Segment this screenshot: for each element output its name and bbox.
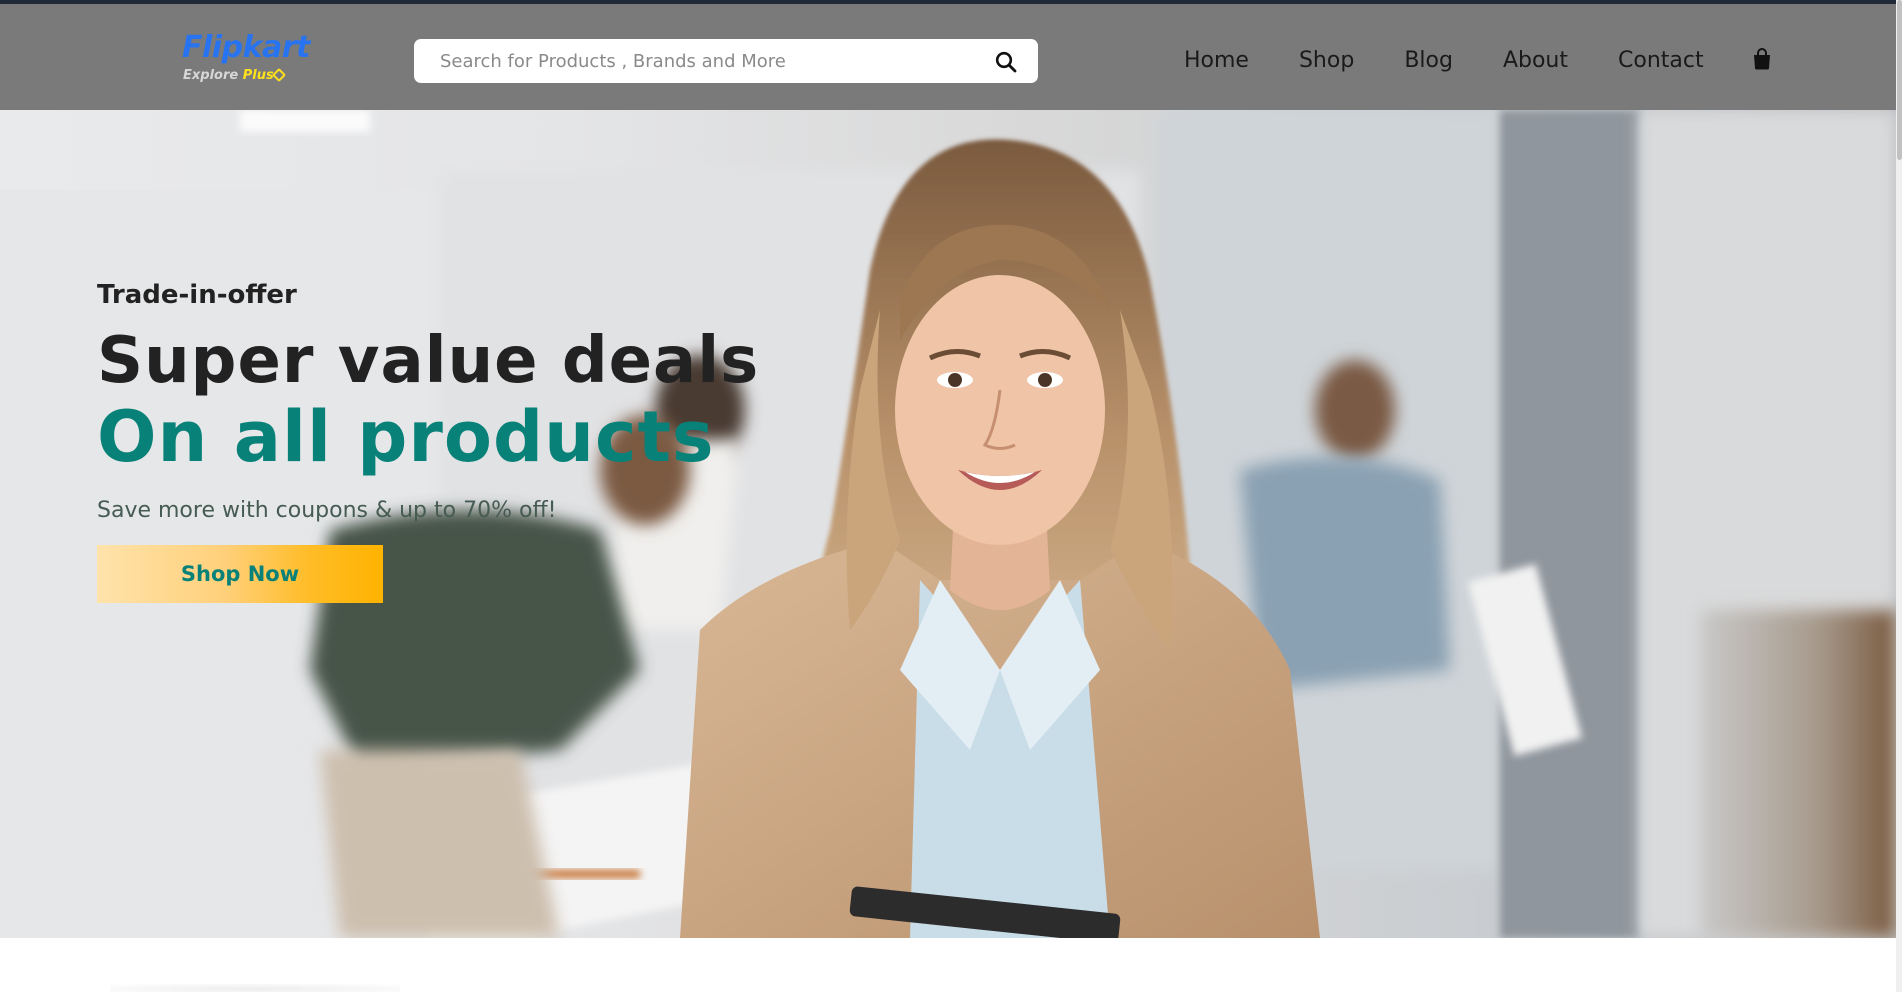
shopping-bag-icon[interactable] <box>1752 48 1772 70</box>
hero-headline: Super value deals <box>97 324 760 398</box>
page: Flipkart Explore Plus Home Shop Blog Abo… <box>0 0 1896 992</box>
search-bar <box>414 39 1038 83</box>
card-shadow <box>110 984 400 992</box>
logo-tagline-plus: Plus <box>242 68 274 83</box>
site-header: Flipkart Explore Plus Home Shop Blog Abo… <box>0 4 1896 110</box>
next-section <box>0 938 1896 992</box>
nav-item-home[interactable]: Home <box>1184 48 1249 73</box>
logo-tagline-prefix: Explore <box>183 68 239 83</box>
plus-star-icon <box>271 67 287 83</box>
shop-now-button[interactable]: Shop Now <box>97 545 383 603</box>
logo-wordmark: Flipkart <box>182 30 310 65</box>
search-icon[interactable] <box>994 50 1018 74</box>
nav-item-shop[interactable]: Shop <box>1299 48 1354 73</box>
nav-item-blog[interactable]: Blog <box>1404 48 1453 73</box>
nav-item-about[interactable]: About <box>1503 48 1568 73</box>
logo-tagline: Explore Plus <box>183 68 274 83</box>
flipkart-logo[interactable]: Flipkart Explore Plus <box>182 30 310 86</box>
scrollbar-thumb[interactable] <box>1897 0 1902 160</box>
hero-kicker: Trade-in-offer <box>97 280 297 310</box>
hero-subtext: Save more with coupons & up to 70% off! <box>97 498 557 523</box>
hero-headline-accent: On all products <box>97 396 715 478</box>
hero-model-image <box>680 139 1320 938</box>
search-input[interactable] <box>440 39 980 83</box>
main-nav: Home Shop Blog About Contact <box>1184 42 1704 78</box>
hero-banner: Trade-in-offer Super value deals On all … <box>0 110 1896 938</box>
page-scrollbar[interactable] <box>1896 0 1902 992</box>
nav-item-contact[interactable]: Contact <box>1618 48 1704 73</box>
